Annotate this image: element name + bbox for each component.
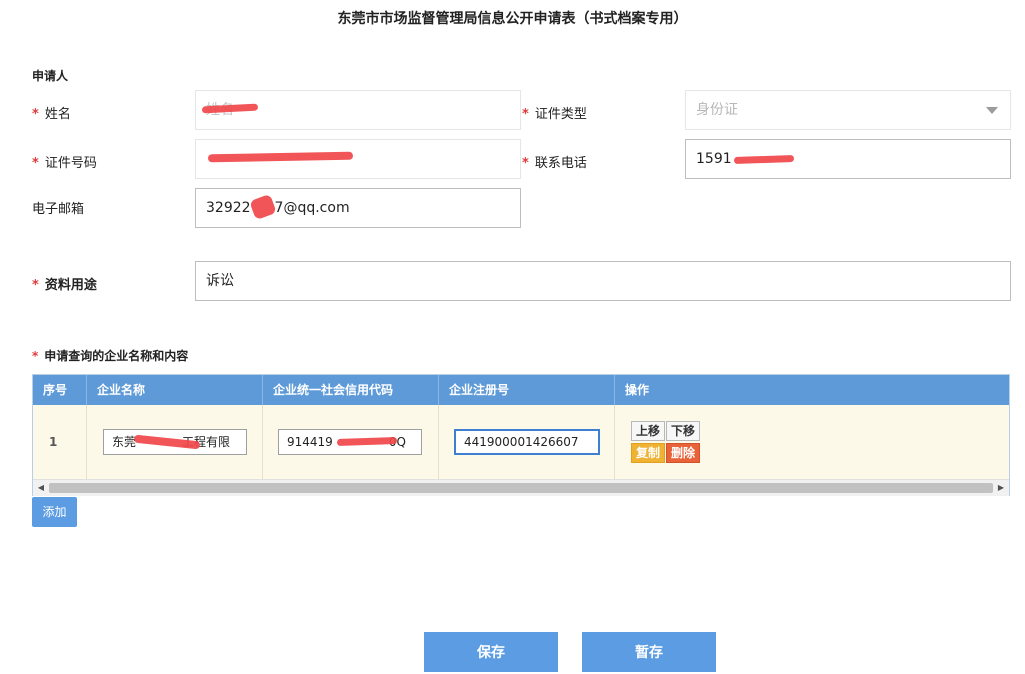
purpose-value: 诉讼 <box>206 273 234 289</box>
scroll-left-icon[interactable]: ◀ <box>33 480 49 496</box>
id-number-field[interactable] <box>195 139 521 179</box>
column-header-index: 序号 <box>33 375 87 405</box>
reg-number-input[interactable]: 441900001426607 <box>454 429 600 455</box>
page-title: 东莞市市场监督管理局信息公开申请表（书式档案专用） <box>337 11 688 27</box>
draft-button[interactable]: 暂存 <box>582 632 716 672</box>
email-value-suffix: 7@qq.com <box>274 200 350 216</box>
required-mark: * <box>32 349 39 363</box>
purpose-label-text: 资料用途 <box>44 278 97 293</box>
delete-button[interactable]: 删除 <box>666 443 700 463</box>
redaction-mark <box>207 151 354 163</box>
copy-button[interactable]: 复制 <box>631 443 665 463</box>
name-label: * 姓名 <box>32 103 71 122</box>
horizontal-scrollbar[interactable]: ◀ ▶ <box>33 479 1009 496</box>
chevron-down-icon <box>986 107 998 114</box>
phone-value: 1591 <box>696 151 732 167</box>
cell-name: 东莞 工程有限 <box>87 405 263 479</box>
name-label-text: 姓名 <box>44 107 71 122</box>
id-type-select[interactable]: 身份证 <box>685 90 1011 130</box>
required-mark: * <box>32 278 39 293</box>
enterprise-table: 序号 企业名称 企业统一社会信用代码 企业注册号 操作 1 东莞 工程有限 914… <box>32 374 1010 496</box>
id-number-label: * 证件号码 <box>32 152 97 171</box>
id-type-label-text: 证件类型 <box>534 107 587 122</box>
enterprise-name-prefix: 东莞 <box>112 435 137 449</box>
section-label-applicant: 申请人 <box>32 69 69 83</box>
required-mark: * <box>522 156 529 171</box>
section-label-enterprise: * 申请查询的企业名称和内容 <box>32 347 188 364</box>
cell-actions: 上移 下移 复制 删除 <box>615 405 1009 479</box>
email-value-prefix: 32922 <box>206 200 251 216</box>
required-mark: * <box>32 156 39 171</box>
email-label: 电子邮箱 <box>32 202 85 217</box>
enterprise-name-input[interactable]: 东莞 工程有限 <box>103 429 247 455</box>
redaction-mark <box>249 193 277 221</box>
phone-label-text: 联系电话 <box>534 156 587 171</box>
credit-code-input[interactable]: 914419 0Q <box>278 429 422 455</box>
column-header-actions: 操作 <box>625 383 650 397</box>
id-type-value: 身份证 <box>696 102 738 118</box>
column-header-credit-code: 企业统一社会信用代码 <box>263 375 439 405</box>
enterprise-section-text: 申请查询的企业名称和内容 <box>44 349 189 363</box>
id-number-label-text: 证件号码 <box>44 156 97 171</box>
column-header-reg-number: 企业注册号 <box>439 375 615 405</box>
phone-label: * 联系电话 <box>522 152 587 171</box>
redaction-mark <box>201 103 259 114</box>
credit-code-prefix: 914419 <box>287 435 333 449</box>
purpose-field[interactable]: 诉讼 <box>195 261 1011 301</box>
phone-field[interactable]: 1591 <box>685 139 1011 179</box>
add-row-button[interactable]: 添加 <box>32 497 77 527</box>
scroll-right-icon[interactable]: ▶ <box>993 480 1009 496</box>
scrollbar-thumb[interactable] <box>49 483 993 493</box>
save-button[interactable]: 保存 <box>424 632 558 672</box>
cell-credit-code: 914419 0Q <box>263 405 439 479</box>
required-mark: * <box>32 107 39 122</box>
cell-reg-number: 441900001426607 <box>439 405 615 479</box>
move-down-button[interactable]: 下移 <box>666 421 700 441</box>
move-up-button[interactable]: 上移 <box>631 421 665 441</box>
table-row: 1 东莞 工程有限 914419 0Q 441900001426607 上移 下移 … <box>33 405 1009 479</box>
email-field[interactable]: 32922 7@qq.com <box>195 188 521 228</box>
row-index: 1 <box>33 405 87 479</box>
name-field[interactable]: 姓名 <box>195 90 521 130</box>
required-mark: * <box>522 107 529 122</box>
column-header-name: 企业名称 <box>87 375 263 405</box>
id-type-label: * 证件类型 <box>522 103 587 122</box>
purpose-label: * 资料用途 <box>32 274 97 293</box>
redaction-mark <box>733 154 795 165</box>
table-header: 序号 企业名称 企业统一社会信用代码 企业注册号 操作 <box>33 375 1009 405</box>
